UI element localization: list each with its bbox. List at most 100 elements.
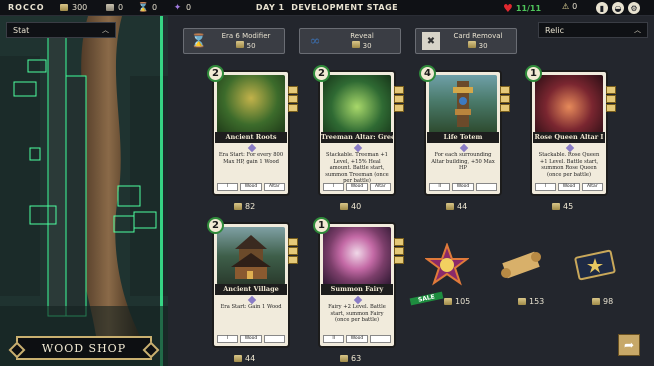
coin-icon	[444, 298, 452, 305]
card-art	[535, 75, 603, 133]
relic-ticket[interactable]	[568, 238, 622, 292]
health-counter: ♥ 11/11	[503, 2, 542, 15]
reveal-button[interactable]: ∞ Reveal 30	[299, 28, 401, 54]
gem-icon	[459, 143, 469, 153]
star-amulet-icon	[425, 243, 469, 286]
hourglass-counter: ⌛ 0	[137, 2, 158, 13]
scroll-icon	[501, 251, 541, 279]
coin-icon	[446, 203, 454, 210]
stage-title: DAY 1 DEVELOPMENT STAGE	[255, 3, 399, 12]
card-level-badge: 1	[313, 217, 330, 234]
coin-icon	[518, 298, 526, 305]
card-side-tabs	[394, 86, 404, 113]
card-tags: II Wood	[323, 335, 391, 343]
card-price: 82	[234, 202, 255, 211]
card-name: Life Totem	[427, 132, 499, 143]
era-modifier-button[interactable]: ⌛ Era 6 Modifier 50	[183, 28, 285, 54]
card-description: For each surrounding Altar building, +50…	[431, 152, 495, 171]
card-name: Ancient Village	[215, 284, 287, 295]
card-tags: I Wood	[217, 335, 285, 343]
card-life-totem[interactable]: Life Totem For each surrounding Altar bu…	[419, 65, 512, 211]
warning-icon: ⚠	[562, 2, 570, 11]
stat-dropdown[interactable]: Stat ︿	[6, 22, 116, 38]
relic-star-amulet[interactable]	[420, 238, 474, 292]
crystal-icon: ✦	[173, 2, 182, 13]
top-bar: ROCCO 300 0 ⌛ 0 ✦ 0 DAY 1 DEVELOPMENT ST…	[0, 0, 654, 16]
logo-button[interactable]: ◒	[612, 2, 624, 14]
card-ancient-roots[interactable]: Ancient Roots Era Start: For every 800 M…	[207, 65, 300, 211]
wood-shop-tree-art	[0, 16, 168, 366]
relic-price: 105	[444, 297, 470, 306]
crystal-counter: ✦ 0	[173, 2, 192, 13]
gold-icon	[58, 2, 69, 13]
card-price: 44	[234, 354, 255, 363]
coin-icon	[592, 298, 600, 305]
card-level-badge: 1	[525, 65, 542, 82]
gem-icon	[247, 295, 257, 305]
sale-badge: SALE	[409, 291, 444, 306]
coin-icon	[340, 203, 348, 210]
relic-scroll[interactable]	[494, 238, 548, 292]
relic-dropdown[interactable]: Relic ︿	[538, 22, 648, 38]
shop-main-area: Relic ︿ ⌛ Era 6 Modifier 50 ∞ Reveal 30 …	[168, 16, 654, 366]
card-ancient-village[interactable]: Ancient Village Era Start: Gain 1 Wood I…	[207, 217, 300, 363]
coin-icon	[234, 355, 242, 362]
card-art	[429, 75, 497, 133]
player-name: ROCCO	[8, 3, 45, 12]
card-name: Rose Queen Altar I	[533, 132, 605, 143]
card-level-badge: 2	[207, 65, 224, 82]
shop-title-banner: WOOD SHOP	[16, 336, 152, 360]
card-face: Treeman Altar: Green Stackable. Treeman …	[318, 70, 396, 196]
card-art	[323, 75, 391, 133]
card-price: 44	[446, 202, 467, 211]
pause-button[interactable]: ▮	[596, 2, 608, 14]
card-side-tabs	[394, 238, 404, 265]
resource-counter: 0	[104, 2, 123, 13]
card-description: Stackable. Rose Queen +1 Level. Battle s…	[538, 152, 600, 178]
card-side-tabs	[606, 86, 616, 113]
card-name: Summon Fairy	[321, 284, 393, 295]
totem-illustration	[453, 81, 473, 127]
card-face: Life Totem For each surrounding Altar bu…	[424, 70, 502, 196]
card-face: Summon Fairy Fairy +2 Level. Battle star…	[318, 222, 396, 348]
card-summon-fairy[interactable]: Summon Fairy Fairy +2 Level. Battle star…	[313, 217, 406, 363]
settings-gear-icon[interactable]: ⚙	[628, 2, 640, 14]
coin-icon	[552, 203, 560, 210]
gold-counter: 300	[58, 2, 87, 13]
card-level-badge: 2	[207, 217, 224, 234]
card-description: Era Start: For every 800 Max HP, gain 1 …	[218, 152, 284, 165]
relic-price: 98	[592, 297, 613, 306]
hourglass-icon: ⌛	[137, 2, 150, 13]
card-art	[217, 227, 285, 285]
gem-icon	[353, 295, 363, 305]
card-description: Stackable. Treeman +1 Level, +15% Heal a…	[325, 152, 389, 184]
coin-icon	[340, 355, 348, 362]
card-price: 45	[552, 202, 573, 211]
topbar-buttons: ▮ ◒ ⚙	[596, 2, 640, 14]
next-stage-button[interactable]: ➦	[618, 334, 640, 356]
chevron-up-icon: ︿	[634, 26, 641, 34]
card-art	[217, 75, 285, 133]
relic-price: 153	[518, 297, 544, 306]
trash-icon: ✖	[422, 32, 440, 50]
card-description: Era Start: Gain 1 Wood	[220, 304, 282, 310]
card-rose-queen-altar[interactable]: Rose Queen Altar I Stackable. Rose Queen…	[525, 65, 618, 211]
arrow-right-icon: ➦	[623, 338, 635, 352]
card-art	[323, 227, 391, 285]
card-tags: II Wood	[429, 183, 497, 191]
card-removal-button[interactable]: ✖ Card Removal 30	[415, 28, 517, 54]
card-description: Fairy +2 Level. Battle start, summon Fai…	[328, 304, 386, 323]
shop-art-panel: Stat ︿ WOOD SHOP	[0, 16, 168, 366]
card-treeman-altar[interactable]: Treeman Altar: Green Stackable. Treeman …	[313, 65, 406, 211]
card-name: Ancient Roots	[215, 132, 287, 143]
card-face: Ancient Village Era Start: Gain 1 Wood I…	[212, 222, 290, 348]
heart-icon: ♥	[503, 2, 513, 15]
village-illustration	[231, 235, 271, 279]
ticket-icon	[574, 249, 616, 281]
card-face: Ancient Roots Era Start: For every 800 M…	[212, 70, 290, 196]
gem-icon	[565, 143, 575, 153]
card-face: Rose Queen Altar I Stackable. Rose Queen…	[530, 70, 608, 196]
chevron-up-icon: ︿	[102, 26, 109, 34]
hourglass-icon: ⌛	[190, 33, 208, 49]
card-name: Treeman Altar: Green	[321, 132, 393, 143]
